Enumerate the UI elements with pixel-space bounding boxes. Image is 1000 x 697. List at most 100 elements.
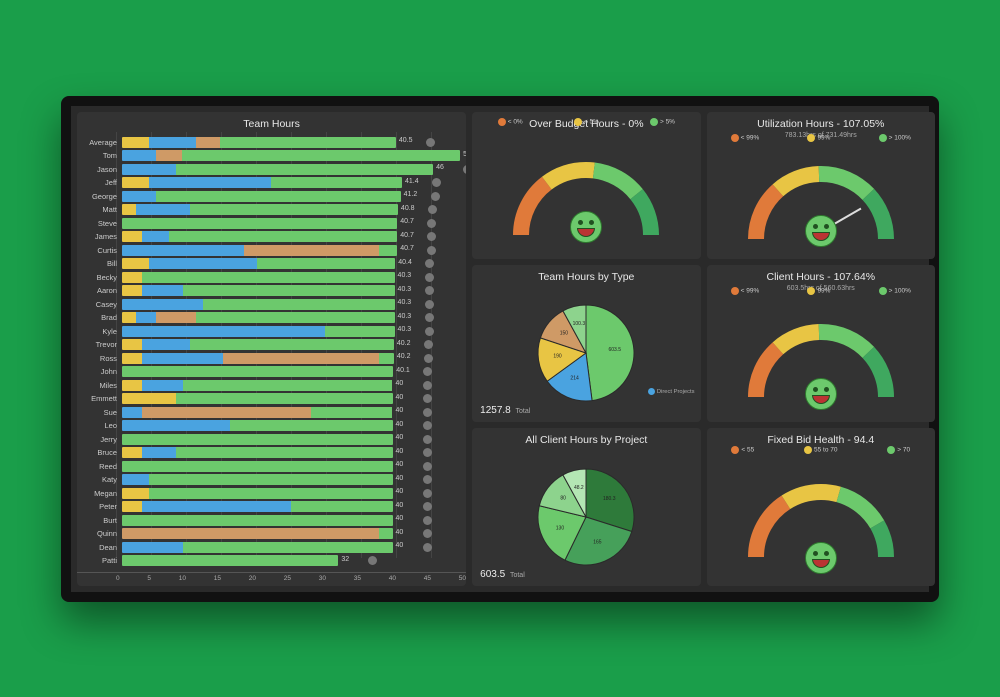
bar-row: Bruce40 [83,446,460,460]
avatar [427,219,436,228]
avatar [423,408,432,417]
row-name: Megan [83,489,119,498]
avatar [423,489,432,498]
svg-text:214: 214 [571,376,580,382]
bar-row: Leo40 [83,419,460,433]
bar-row: Curtis40.7 [83,244,460,258]
row-name: John [83,367,119,376]
avatar [427,232,436,241]
avatar [425,273,434,282]
bar-row: Reed40 [83,460,460,474]
svg-text:165: 165 [594,539,603,545]
avatar [423,367,432,376]
bar-row: Patti32 [83,554,460,568]
bar-row: Jeff41.4 [83,176,460,190]
bar-row: Quinn40 [83,527,460,541]
bar-row: Miles40 [83,379,460,393]
row-name: Jeff [83,178,119,187]
avatar [428,205,437,214]
avatar [423,529,432,538]
bar-row: Bill40.4 [83,257,460,271]
pie-chart: 180.31651308048.2 [516,457,656,577]
row-name: Reed [83,462,119,471]
bar-row: Brad40.3 [83,311,460,325]
row-name: Average [83,138,119,147]
bar-row: Emmett40 [83,392,460,406]
avatar [423,543,432,552]
row-name: Kyle [83,327,119,336]
avatar [423,381,432,390]
row-name: Bill [83,259,119,268]
bar-row: Trevor40.2 [83,338,460,352]
bar-row: Becky40.3 [83,271,460,285]
bar-row: George41.2 [83,190,460,204]
svg-text:180.3: 180.3 [603,496,616,502]
row-name: Trevor [83,340,119,349]
team-hours-xaxis: 05101520253035404550 [77,572,466,582]
bar-row: Jerry40 [83,433,460,447]
avatar [423,462,432,471]
avatar [423,435,432,444]
svg-text:130: 130 [556,525,565,531]
hours-by-type-pie: 603.5214190150100.3 Direct Projects [472,285,700,422]
utilization-gauge [707,139,935,259]
bar-row: Steve40.7 [83,217,460,231]
bar-row: Casey40.3 [83,298,460,312]
row-name: Brad [83,313,119,322]
hours-by-type-title: Team Hours by Type [472,265,700,285]
bar-row: Ross40.2 [83,352,460,366]
hours-by-type-panel: Team Hours by Type 603.5214190150100.3 D… [472,265,700,422]
client-project-total: 603.5 Total [480,569,525,580]
avatar [463,165,466,174]
svg-text:48.2: 48.2 [574,485,584,491]
avatar [423,475,432,484]
row-name: Sue [83,408,119,417]
row-name: Tom [83,151,119,160]
tick-lt0: < 0% [498,118,523,126]
client-hours-project-panel: All Client Hours by Project 180.31651308… [472,428,700,585]
row-name: Aaron [83,286,119,295]
row-name: Bruce [83,448,119,457]
happy-face-icon [805,378,837,410]
row-name: Becky [83,273,119,282]
utilization-title: Utilization Hours - 107.05% [707,112,935,132]
svg-text:150: 150 [560,331,569,337]
row-name: Quinn [83,529,119,538]
bar-row: Average40.5 [83,136,460,150]
over-budget-panel: Over Budget Hours - 0% < 0% < 5% > 5% [472,112,700,259]
fixed-bid-title: Fixed Bid Health - 94.4 [707,428,935,448]
row-name: Matt [83,205,119,214]
hours-by-type-total: 1257.8 Total [480,405,530,416]
row-name: James [83,232,119,241]
avatar [426,138,435,147]
avatar [425,300,434,309]
happy-face-icon [805,542,837,574]
row-name: Leo [83,421,119,430]
fixed-bid-gauge [707,448,935,585]
bar-row: James40.7 [83,230,460,244]
row-name: Burt [83,516,119,525]
team-hours-chart: Average40.5Tom50.4Jason46Jeff41.4George4… [77,132,466,572]
row-name: Emmett [83,394,119,403]
row-name: Ross [83,354,119,363]
row-name: Jerry [83,435,119,444]
utilization-panel: Utilization Hours - 107.05% 783.13hrs of… [707,112,935,259]
team-hours-panel: Team Hours Average40.5Tom50.4Jason46Jeff… [77,112,466,586]
bar-row: Katy40 [83,473,460,487]
happy-face-icon [570,211,602,243]
row-name: George [83,192,119,201]
svg-text:190: 190 [554,354,563,360]
pie-legend: Direct Projects [648,388,695,396]
avatar [368,556,377,565]
row-name: Miles [83,381,119,390]
row-name: Curtis [83,246,119,255]
avatar [432,178,441,187]
team-hours-title: Team Hours [77,112,466,132]
client-project-pie: 180.31651308048.2 [472,448,700,585]
bar-row: Peter40 [83,500,460,514]
avatar [425,313,434,322]
avatar [425,259,434,268]
bar-row: John40.1 [83,365,460,379]
fixed-bid-panel: Fixed Bid Health - 94.4 < 55 55 to 70 > … [707,428,935,585]
bar-row: Sue40 [83,406,460,420]
